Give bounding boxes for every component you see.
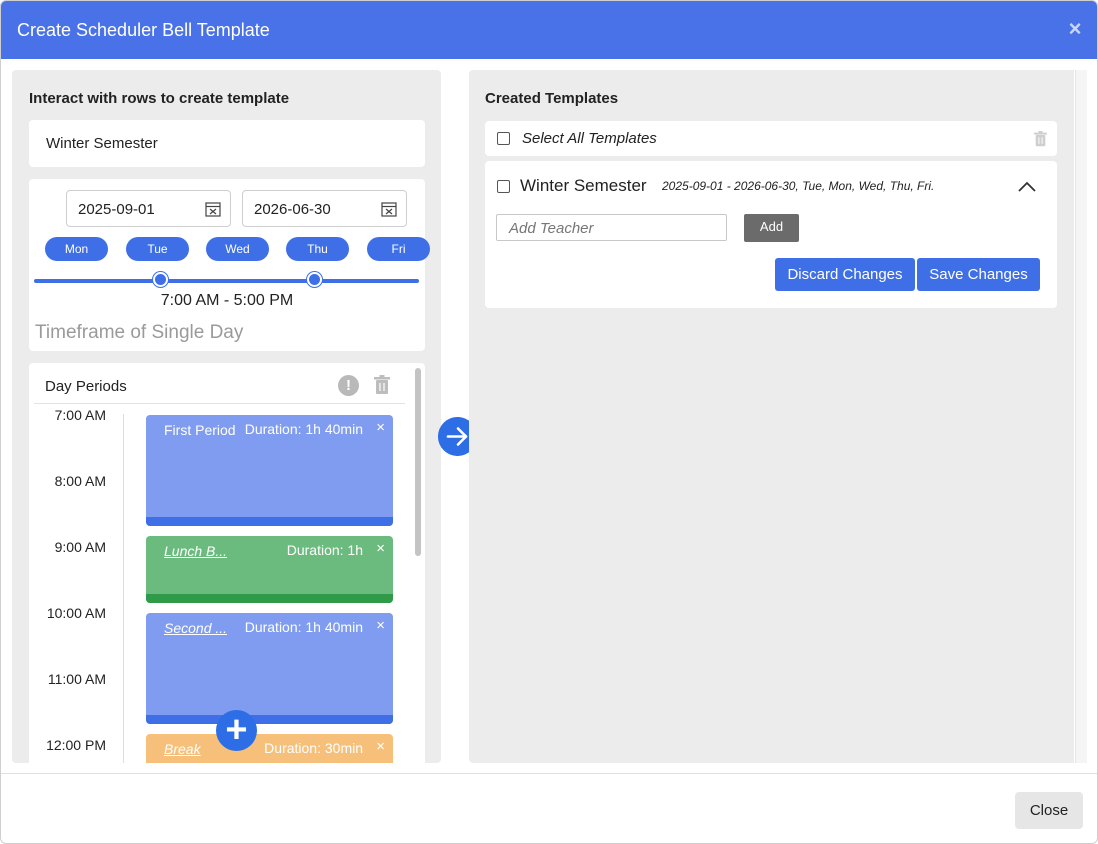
period-duration: Duration: 1h 40min bbox=[244, 421, 363, 437]
create-template-modal: Create Scheduler Bell Template × Interac… bbox=[0, 0, 1098, 844]
discard-changes-button[interactable]: Discard Changes bbox=[775, 258, 915, 291]
period-block-break[interactable]: Break Duration: 30min × bbox=[146, 734, 393, 763]
created-templates-panel: Created Templates Select All Templates W… bbox=[469, 70, 1074, 763]
day-toggle-fri[interactable]: Fri bbox=[367, 237, 430, 261]
trash-icon[interactable] bbox=[1033, 131, 1048, 147]
period-block-first[interactable]: First Period Duration: 1h 40min × bbox=[146, 415, 393, 526]
day-periods-title: Day Periods bbox=[45, 378, 127, 395]
remove-period-icon[interactable]: × bbox=[376, 617, 385, 634]
close-icon[interactable]: × bbox=[1065, 15, 1085, 43]
time-label: 9:00 AM bbox=[54, 539, 106, 555]
modal-header: Create Scheduler Bell Template × bbox=[1, 1, 1097, 59]
info-icon[interactable]: ! bbox=[338, 375, 359, 396]
slider-end-handle[interactable] bbox=[307, 272, 322, 287]
add-teacher-button[interactable]: Add bbox=[744, 214, 799, 242]
template-name-field[interactable]: Winter Semester bbox=[29, 120, 425, 167]
day-toggle-mon[interactable]: Mon bbox=[45, 237, 108, 261]
period-name: Second ... bbox=[164, 620, 228, 636]
template-meta: 2025-09-01 - 2026-06-30, Tue, Mon, Wed, … bbox=[662, 179, 935, 193]
created-templates-heading: Created Templates bbox=[485, 90, 619, 107]
template-name: Winter Semester bbox=[520, 176, 647, 195]
period-name: Break bbox=[164, 741, 201, 757]
day-toggle-wed[interactable]: Wed bbox=[206, 237, 269, 261]
remove-period-icon[interactable]: × bbox=[376, 738, 385, 755]
slider-start-handle[interactable] bbox=[153, 272, 168, 287]
remove-period-icon[interactable]: × bbox=[376, 540, 385, 557]
timeframe-card: 2025-09-01 2026-06-30 Mon Tue Wed Thu Fr… bbox=[29, 179, 430, 351]
time-label: 8:00 AM bbox=[54, 473, 106, 489]
time-range-slider[interactable] bbox=[34, 279, 419, 283]
time-label: 10:00 AM bbox=[46, 605, 106, 621]
time-label: 11:00 AM bbox=[47, 671, 106, 687]
template-builder-panel: Interact with rows to create template Wi… bbox=[12, 70, 441, 763]
modal-title: Create Scheduler Bell Template bbox=[17, 20, 270, 40]
start-date-input[interactable]: 2025-09-01 bbox=[66, 190, 231, 227]
period-resize-handle[interactable] bbox=[146, 594, 393, 603]
add-period-button[interactable]: + bbox=[216, 710, 257, 751]
period-resize-handle[interactable] bbox=[146, 517, 393, 526]
period-name: Lunch B... bbox=[164, 543, 228, 559]
template-card: Winter Semester 2025-09-01 - 2026-06-30,… bbox=[485, 161, 1057, 308]
select-all-row: Select All Templates bbox=[485, 121, 1057, 156]
close-button[interactable]: Close bbox=[1015, 792, 1083, 829]
periods-scrollbar[interactable] bbox=[415, 368, 421, 556]
day-toggle-thu[interactable]: Thu bbox=[286, 237, 349, 261]
period-duration: Duration: 30min bbox=[264, 740, 363, 756]
save-changes-button[interactable]: Save Changes bbox=[917, 258, 1040, 291]
period-block-second[interactable]: Second ... Duration: 1h 40min × bbox=[146, 613, 393, 724]
end-date-value: 2026-06-30 bbox=[254, 201, 331, 218]
period-name: First Period bbox=[164, 422, 236, 438]
select-all-label: Select All Templates bbox=[522, 130, 657, 147]
right-panel-scrollbar[interactable] bbox=[1075, 70, 1087, 763]
day-periods-card: Day Periods ! 7:00 AM 8:00 AM 9:00 AM 10… bbox=[29, 363, 425, 763]
template-name-value: Winter Semester bbox=[46, 135, 158, 152]
timeframe-label: Timeframe of Single Day bbox=[35, 322, 244, 343]
period-duration: Duration: 1h 40min bbox=[244, 619, 363, 635]
end-date-input[interactable]: 2026-06-30 bbox=[242, 190, 407, 227]
time-range-value: 7:00 AM - 5:00 PM bbox=[160, 292, 294, 309]
template-checkbox[interactable] bbox=[497, 180, 510, 193]
select-all-checkbox[interactable] bbox=[497, 132, 510, 145]
day-toggle-tue[interactable]: Tue bbox=[126, 237, 189, 261]
footer-divider bbox=[1, 773, 1097, 774]
start-date-value: 2025-09-01 bbox=[78, 201, 155, 218]
add-teacher-placeholder: Add Teacher bbox=[509, 220, 594, 237]
calendar-icon[interactable] bbox=[205, 201, 221, 217]
builder-heading: Interact with rows to create template bbox=[29, 90, 290, 107]
trash-icon[interactable] bbox=[373, 375, 391, 395]
chevron-up-icon[interactable] bbox=[1017, 179, 1037, 193]
add-teacher-input[interactable]: Add Teacher bbox=[496, 214, 727, 241]
remove-period-icon[interactable]: × bbox=[376, 419, 385, 436]
time-label: 12:00 PM bbox=[46, 737, 106, 753]
timeline-line bbox=[123, 414, 124, 763]
period-duration: Duration: 1h bbox=[286, 542, 363, 558]
period-block-lunch[interactable]: Lunch B... Duration: 1h × bbox=[146, 536, 393, 603]
period-resize-handle[interactable] bbox=[146, 715, 393, 724]
calendar-icon[interactable] bbox=[381, 201, 397, 217]
time-label: 7:00 AM bbox=[54, 407, 106, 423]
header-divider bbox=[34, 403, 405, 404]
